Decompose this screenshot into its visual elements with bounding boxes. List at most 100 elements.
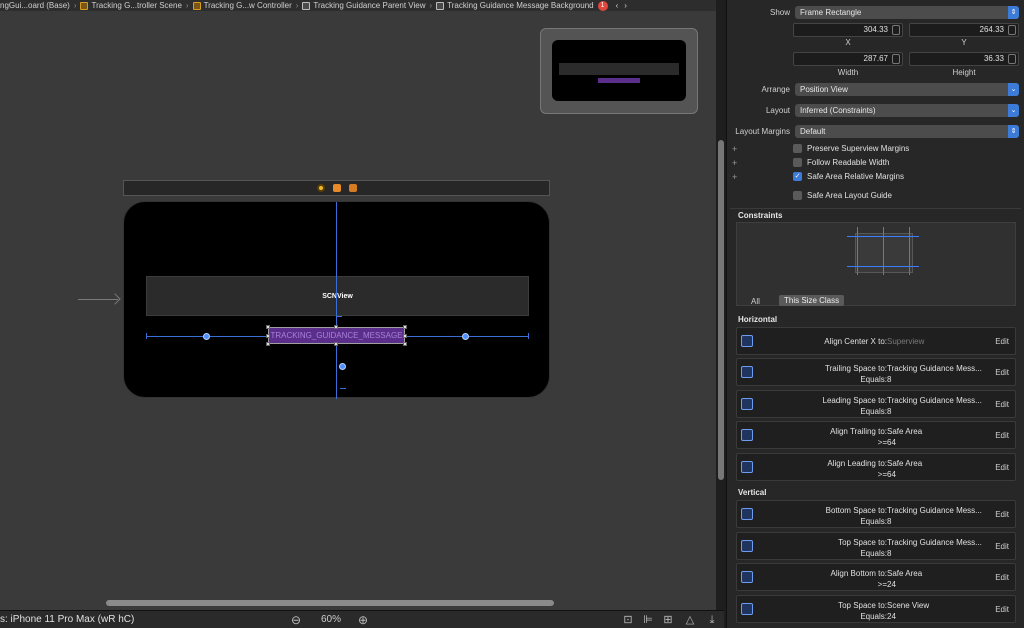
- frame-width-field[interactable]: 287.67: [793, 52, 903, 66]
- edit-button[interactable]: Edit: [995, 573, 1009, 582]
- resize-handle[interactable]: [266, 325, 270, 329]
- constraint-relation: Equals:: [860, 549, 887, 558]
- breadcrumb-item-view-controller[interactable]: Tracking G...w Controller: [192, 1, 292, 10]
- top-space-icon: [741, 603, 753, 615]
- constraint-target: Tracking Guidance Mess...: [887, 396, 982, 405]
- minimap-label: [598, 78, 640, 83]
- warning-badge[interactable]: 1: [597, 0, 608, 11]
- constraint-tick: [528, 333, 529, 339]
- plus-icon[interactable]: +: [732, 158, 737, 168]
- breadcrumb-item-scene[interactable]: Tracking G...troller Scene: [80, 1, 182, 10]
- scene-dock[interactable]: [123, 180, 550, 196]
- edit-button[interactable]: Edit: [995, 510, 1009, 519]
- constraint-name: Align Trailing to:: [830, 427, 887, 436]
- constraint-row[interactable]: Align Leading to: Safe Area >= 64 Edit: [736, 453, 1016, 481]
- edit-button[interactable]: Edit: [995, 400, 1009, 409]
- diagram-leading-line: [857, 227, 858, 275]
- constraint-row[interactable]: Leading Space to: Tracking Guidance Mess…: [736, 390, 1016, 418]
- resize-handle[interactable]: [403, 325, 407, 329]
- checkbox-box[interactable]: [793, 144, 802, 153]
- edit-button[interactable]: Edit: [995, 605, 1009, 614]
- constraint-node[interactable]: [203, 333, 210, 340]
- embed-in-icon[interactable]: ⤓: [706, 614, 718, 626]
- align-trailing-icon: [741, 429, 753, 441]
- show-popup[interactable]: Frame Rectangle ⇕: [795, 6, 1019, 19]
- safe-area-relative-margins-checkbox[interactable]: ✓ Safe Area Relative Margins: [793, 172, 904, 181]
- preserve-superview-margins-checkbox[interactable]: Preserve Superview Margins: [793, 144, 909, 153]
- layout-popup[interactable]: Inferred (Constraints) ⌄: [795, 104, 1019, 117]
- plus-icon[interactable]: +: [732, 144, 737, 154]
- device-frame[interactable]: SCNView TRACKING_GUIDANCE_MESSAGE: [123, 201, 550, 399]
- exit-icon[interactable]: [348, 184, 357, 192]
- update-frames-icon[interactable]: ⊡: [622, 614, 634, 626]
- frame-x-field[interactable]: 304.33: [793, 23, 903, 37]
- chevron-right-icon[interactable]: ›: [624, 1, 627, 10]
- frame-y-field[interactable]: 264.33: [909, 23, 1019, 37]
- breadcrumb-separator: ›: [295, 1, 299, 10]
- trailing-space-icon: [741, 366, 753, 378]
- vertical-scrollbar[interactable]: [718, 140, 724, 480]
- constraint-row[interactable]: Align Trailing to: Safe Area >= 64 Edit: [736, 421, 1016, 449]
- constraint-row[interactable]: Align Bottom to: Safe Area >= 24 Edit: [736, 563, 1016, 591]
- checkbox-box[interactable]: [793, 191, 802, 200]
- bottom-space-icon: [741, 508, 753, 520]
- constraint-name: Trailing Space to:: [825, 364, 887, 373]
- resize-handle[interactable]: [403, 342, 407, 346]
- show-label: Show: [769, 8, 790, 17]
- edit-button[interactable]: Edit: [995, 542, 1009, 551]
- edit-button[interactable]: Edit: [995, 368, 1009, 377]
- horizontal-scrollbar[interactable]: [106, 600, 554, 606]
- constraint-name: Align Bottom to:: [830, 569, 887, 578]
- breadcrumb-item-parent-view[interactable]: Tracking Guidance Parent View: [302, 1, 425, 10]
- constraint-value: 8: [887, 375, 892, 384]
- frame-height-field[interactable]: 36.33: [909, 52, 1019, 66]
- first-responder-icon[interactable]: [332, 184, 341, 192]
- zoom-in-icon[interactable]: ⊕: [358, 613, 368, 627]
- constraint-row[interactable]: Top Space to: Tracking Guidance Mess... …: [736, 532, 1016, 560]
- breadcrumb-item-storyboard[interactable]: ngGui...oard (Base): [0, 1, 70, 10]
- device-config-button[interactable]: s: iPhone 11 Pro Max (wR hC): [0, 614, 134, 625]
- storyboard-canvas[interactable]: ngGui...oard (Base) › Tracking G...troll…: [0, 0, 716, 628]
- resolve-issues-icon[interactable]: △: [684, 614, 696, 626]
- breadcrumb-item-message-background[interactable]: Tracking Guidance Message Background: [436, 1, 594, 10]
- scnview[interactable]: SCNView: [146, 276, 529, 316]
- constraint-node[interactable]: [339, 363, 346, 370]
- constraint-row[interactable]: Top Space to: Scene View Equals: 24 Edit: [736, 595, 1016, 623]
- constraint-row[interactable]: Trailing Space to: Tracking Guidance Mes…: [736, 358, 1016, 386]
- stepper-icon[interactable]: [892, 54, 900, 64]
- resize-handle[interactable]: [266, 334, 270, 338]
- constraint-name: Bottom Space to:: [825, 506, 887, 515]
- resize-handle[interactable]: [266, 342, 270, 346]
- layout-margins-popup[interactable]: Default ⇕: [795, 125, 1019, 138]
- canvas-minimap[interactable]: [540, 28, 698, 114]
- constraint-row[interactable]: Align Center X to: Superview Edit: [736, 327, 1016, 355]
- resize-handle[interactable]: [334, 325, 338, 329]
- edit-button[interactable]: Edit: [995, 463, 1009, 472]
- resize-handle[interactable]: [334, 342, 338, 346]
- add-constraints-icon[interactable]: ⊞: [662, 614, 674, 626]
- checkmark-icon[interactable]: ✓: [793, 172, 802, 181]
- constraint-node[interactable]: [462, 333, 469, 340]
- safe-area-layout-guide-checkbox[interactable]: Safe Area Layout Guide: [793, 191, 892, 200]
- plus-icon[interactable]: +: [732, 172, 737, 182]
- edit-button[interactable]: Edit: [995, 431, 1009, 440]
- zoom-out-icon[interactable]: ⊖: [291, 613, 301, 627]
- resize-handle[interactable]: [403, 334, 407, 338]
- stepper-icon[interactable]: [1008, 25, 1016, 35]
- filter-all-button[interactable]: All: [751, 297, 760, 306]
- chevron-left-icon[interactable]: ‹: [616, 1, 619, 10]
- arrange-popup[interactable]: Position View ⌄: [795, 83, 1019, 96]
- edit-button[interactable]: Edit: [995, 337, 1009, 346]
- view-controller-icon[interactable]: [316, 184, 325, 192]
- constraint-name: Align Leading to:: [827, 459, 887, 468]
- follow-readable-width-checkbox[interactable]: Follow Readable Width: [793, 158, 889, 167]
- stepper-icon[interactable]: [1008, 54, 1016, 64]
- filter-size-class-button[interactable]: This Size Class: [779, 295, 845, 306]
- stepper-icon[interactable]: [892, 25, 900, 35]
- checkbox-box[interactable]: [793, 158, 802, 167]
- align-icon[interactable]: ⊫: [642, 614, 654, 626]
- entry-point-arrow[interactable]: [78, 299, 118, 300]
- center-x-guide: [336, 202, 337, 399]
- constraint-row[interactable]: Bottom Space to: Tracking Guidance Mess.…: [736, 500, 1016, 528]
- constraints-diagram[interactable]: All This Size Class: [736, 222, 1016, 306]
